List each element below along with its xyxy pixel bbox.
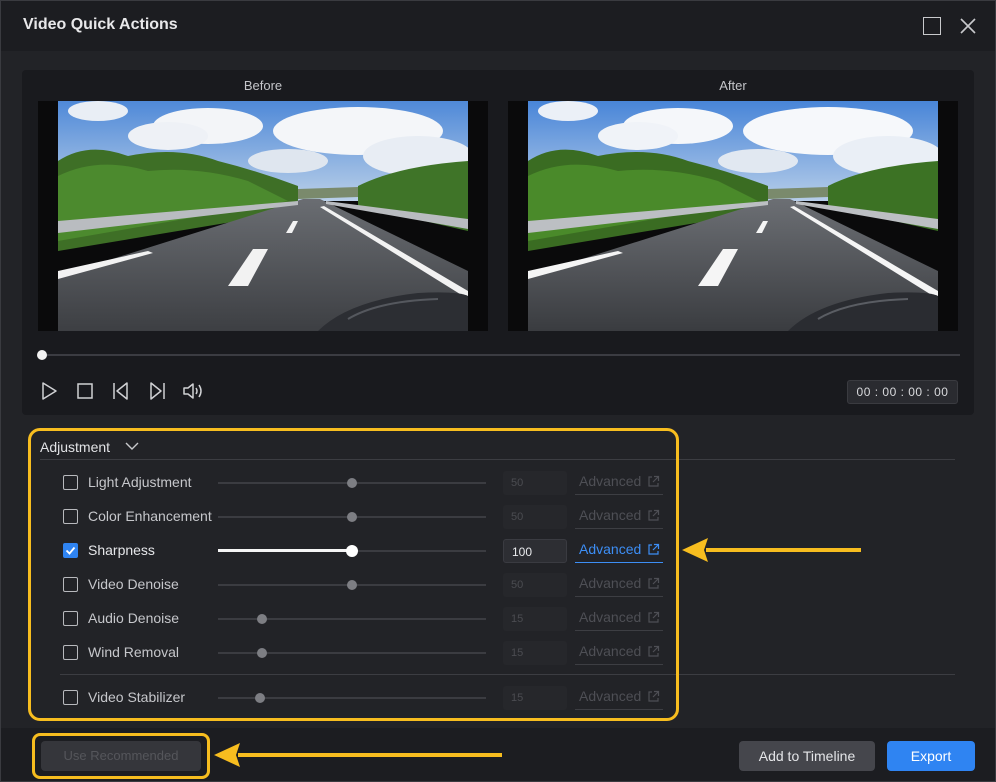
previous-frame-button[interactable] (110, 380, 132, 402)
after-video-frame (508, 101, 958, 331)
play-button[interactable] (38, 380, 60, 402)
before-label: Before (243, 78, 283, 93)
after-label: After (719, 78, 747, 93)
next-frame-button[interactable] (146, 380, 168, 402)
arrow-left-icon (682, 538, 861, 562)
arrow-left-icon (214, 743, 502, 767)
add-to-timeline-button[interactable]: Add to Timeline (739, 741, 875, 771)
stop-button[interactable] (74, 380, 96, 402)
seek-bar[interactable] (42, 354, 960, 356)
title-bar: Video Quick Actions (1, 1, 995, 51)
previous-frame-icon (113, 382, 128, 400)
play-icon (42, 382, 57, 400)
next-frame-icon (150, 382, 165, 400)
road-scene-image (528, 101, 938, 331)
seek-handle[interactable] (37, 350, 47, 360)
volume-icon (183, 383, 202, 399)
dialog-title: Video Quick Actions (23, 16, 178, 33)
volume-button[interactable] (182, 380, 204, 402)
road-scene-image (58, 101, 468, 331)
timecode-display: 00 : 00 : 00 : 00 (847, 380, 958, 404)
maximize-icon (923, 17, 941, 35)
before-video-frame (38, 101, 488, 331)
stop-icon (77, 383, 93, 399)
preview-panel: Before After 00: 00: 00: 00 (22, 70, 974, 415)
close-icon (960, 18, 976, 34)
maximize-button[interactable] (921, 15, 943, 37)
close-button[interactable] (957, 15, 979, 37)
adjustment-highlight-box (28, 428, 679, 721)
export-button[interactable]: Export (887, 741, 975, 771)
recommended-highlight-box (32, 733, 210, 779)
